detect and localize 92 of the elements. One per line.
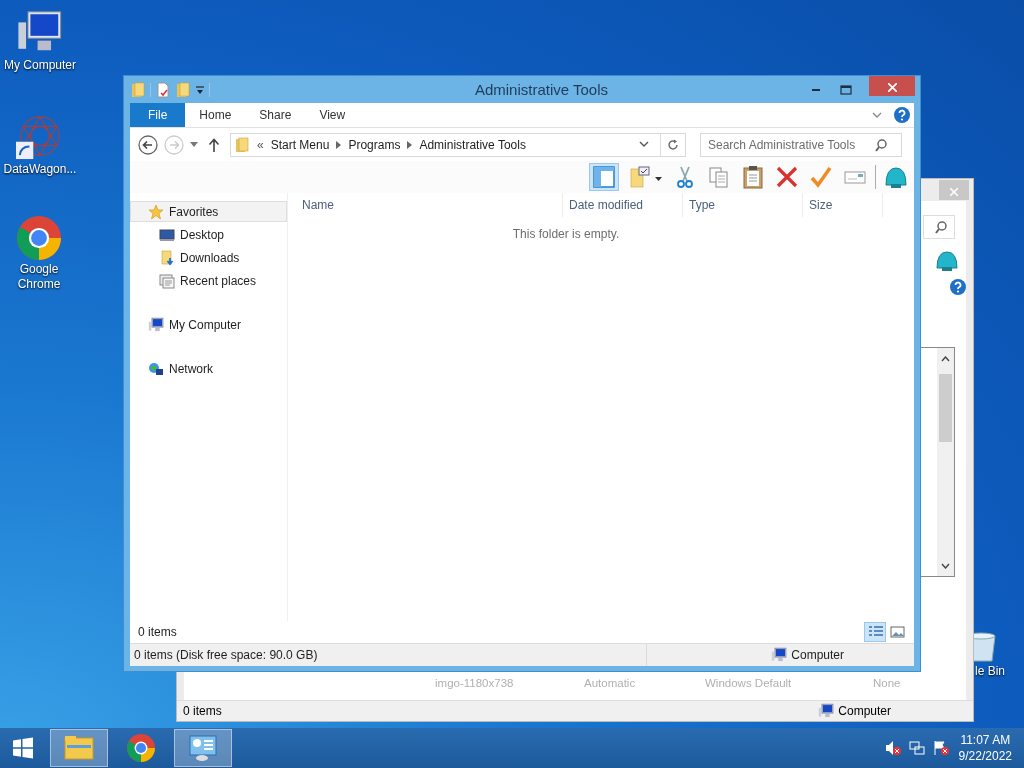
chrome-icon xyxy=(127,734,155,762)
help-icon[interactable] xyxy=(894,107,910,123)
refresh-icon[interactable] xyxy=(667,138,679,151)
breadcrumb-item[interactable]: Administrative Tools xyxy=(419,137,526,152)
ribbon-tab[interactable]: Share xyxy=(245,103,306,127)
back-icon[interactable] xyxy=(138,134,158,155)
up-arrow-icon[interactable] xyxy=(208,137,220,152)
ribbon-tab[interactable]: View xyxy=(305,103,360,127)
copy-icon xyxy=(707,165,731,189)
details-view-button[interactable] xyxy=(864,622,886,642)
column-header[interactable]: Type xyxy=(683,193,803,217)
dropdown-caret-icon[interactable] xyxy=(639,141,649,148)
network-icon xyxy=(148,360,164,377)
status-location: Computer xyxy=(838,704,891,718)
clock[interactable]: 11:07 AM 9/22/2022 xyxy=(958,732,1012,764)
item-count: 0 items xyxy=(138,625,177,639)
delete-icon xyxy=(775,165,799,189)
nav-item[interactable]: Desktop xyxy=(130,224,287,245)
recent-places-icon xyxy=(159,272,175,289)
maximize-icon xyxy=(840,84,852,95)
ribbon-tab[interactable]: Home xyxy=(185,103,246,127)
close-icon xyxy=(887,82,897,92)
control-panel-icon xyxy=(188,734,218,762)
monitor-icon xyxy=(159,226,175,243)
customize-caret-icon[interactable] xyxy=(195,84,205,95)
nav-item[interactable]: Recent places xyxy=(130,270,287,291)
table-cell: imgo-1180x738 xyxy=(435,677,514,689)
desktop-icon-label[interactable]: DataWagon... xyxy=(3,162,77,177)
status-location: Computer xyxy=(791,648,844,662)
computer-icon xyxy=(771,647,788,663)
column-header[interactable]: Size xyxy=(803,193,883,217)
expand-ribbon-icon[interactable] xyxy=(872,111,882,119)
column-header[interactable]: Date modified xyxy=(563,193,683,217)
search-icon xyxy=(874,137,888,152)
desktop-icon-label[interactable]: le Bin xyxy=(975,664,1006,679)
scroll-up-icon[interactable] xyxy=(941,356,950,362)
clipboard-icon xyxy=(741,165,765,189)
pane-icon xyxy=(592,165,616,189)
breadcrumb-item[interactable]: Programs xyxy=(348,137,401,152)
chevron-icon xyxy=(407,140,413,149)
pane-button[interactable] xyxy=(589,163,619,191)
folder-check-icon xyxy=(627,165,663,189)
chrome-icon xyxy=(17,216,61,260)
taskbar-button[interactable] xyxy=(174,729,232,767)
window-title: Administrative Tools xyxy=(473,81,610,98)
properties-icon[interactable] xyxy=(155,81,171,98)
ribbon-tab[interactable]: File xyxy=(130,103,186,127)
recent-caret-icon[interactable] xyxy=(190,141,198,148)
minimize-icon xyxy=(812,88,820,91)
status-text: 0 items xyxy=(183,704,222,718)
folder-icon xyxy=(234,136,250,153)
nav-item[interactable]: Downloads xyxy=(130,247,287,268)
help-icon[interactable] xyxy=(950,279,966,295)
clock-time: 11:07 AM xyxy=(960,732,1011,748)
folder-icon xyxy=(64,735,94,761)
computer-icon xyxy=(818,703,835,719)
table-cell: None xyxy=(873,677,901,689)
clock-date: 9/22/2022 xyxy=(958,748,1012,764)
search-field[interactable] xyxy=(923,215,955,239)
breadcrumb-item[interactable]: Start Menu xyxy=(270,137,330,152)
scroll-down-icon[interactable] xyxy=(941,563,950,569)
close-icon xyxy=(950,187,958,196)
address-bar[interactable]: « Start Menu Programs Administrative Tools xyxy=(230,132,686,157)
shell-icon xyxy=(884,165,908,189)
star-icon xyxy=(148,203,164,220)
scrollbar[interactable] xyxy=(937,348,954,576)
close-button[interactable] xyxy=(869,76,915,96)
checkmark-icon xyxy=(809,165,833,189)
search-icon xyxy=(934,220,948,234)
search-field[interactable]: Search Administrative Tools xyxy=(700,132,902,157)
windows-logo-icon xyxy=(12,737,34,759)
nav-item[interactable]: Network xyxy=(130,358,287,379)
nav-item[interactable]: My Computer xyxy=(130,314,287,335)
computer-icon xyxy=(148,316,164,333)
desktop-icon-label[interactable]: Google Chrome xyxy=(13,262,65,292)
large-view-icon xyxy=(888,624,906,640)
breadcrumb-overflow[interactable]: « xyxy=(257,137,264,152)
folder-icon xyxy=(130,81,146,98)
chevron-icon xyxy=(336,140,342,149)
column-header[interactable]: Name xyxy=(288,193,563,217)
table-cell: Automatic xyxy=(584,677,636,689)
scrollbar-thumb[interactable] xyxy=(939,374,952,442)
downloads-folder-icon xyxy=(159,249,175,266)
status-text: 0 items (Disk free space: 90.0 GB) xyxy=(134,648,318,662)
empty-folder-message: This folder is empty. xyxy=(512,227,620,241)
network-status-icon[interactable] xyxy=(908,740,925,756)
desktop-icon-label[interactable]: My Computer xyxy=(4,58,76,73)
shell-icon[interactable] xyxy=(935,250,959,272)
flag-alert-icon[interactable] xyxy=(932,740,949,756)
nav-item[interactable]: Favorites xyxy=(130,201,287,222)
speaker-muted-icon[interactable] xyxy=(884,740,901,756)
table-cell: Windows Default xyxy=(705,677,792,689)
